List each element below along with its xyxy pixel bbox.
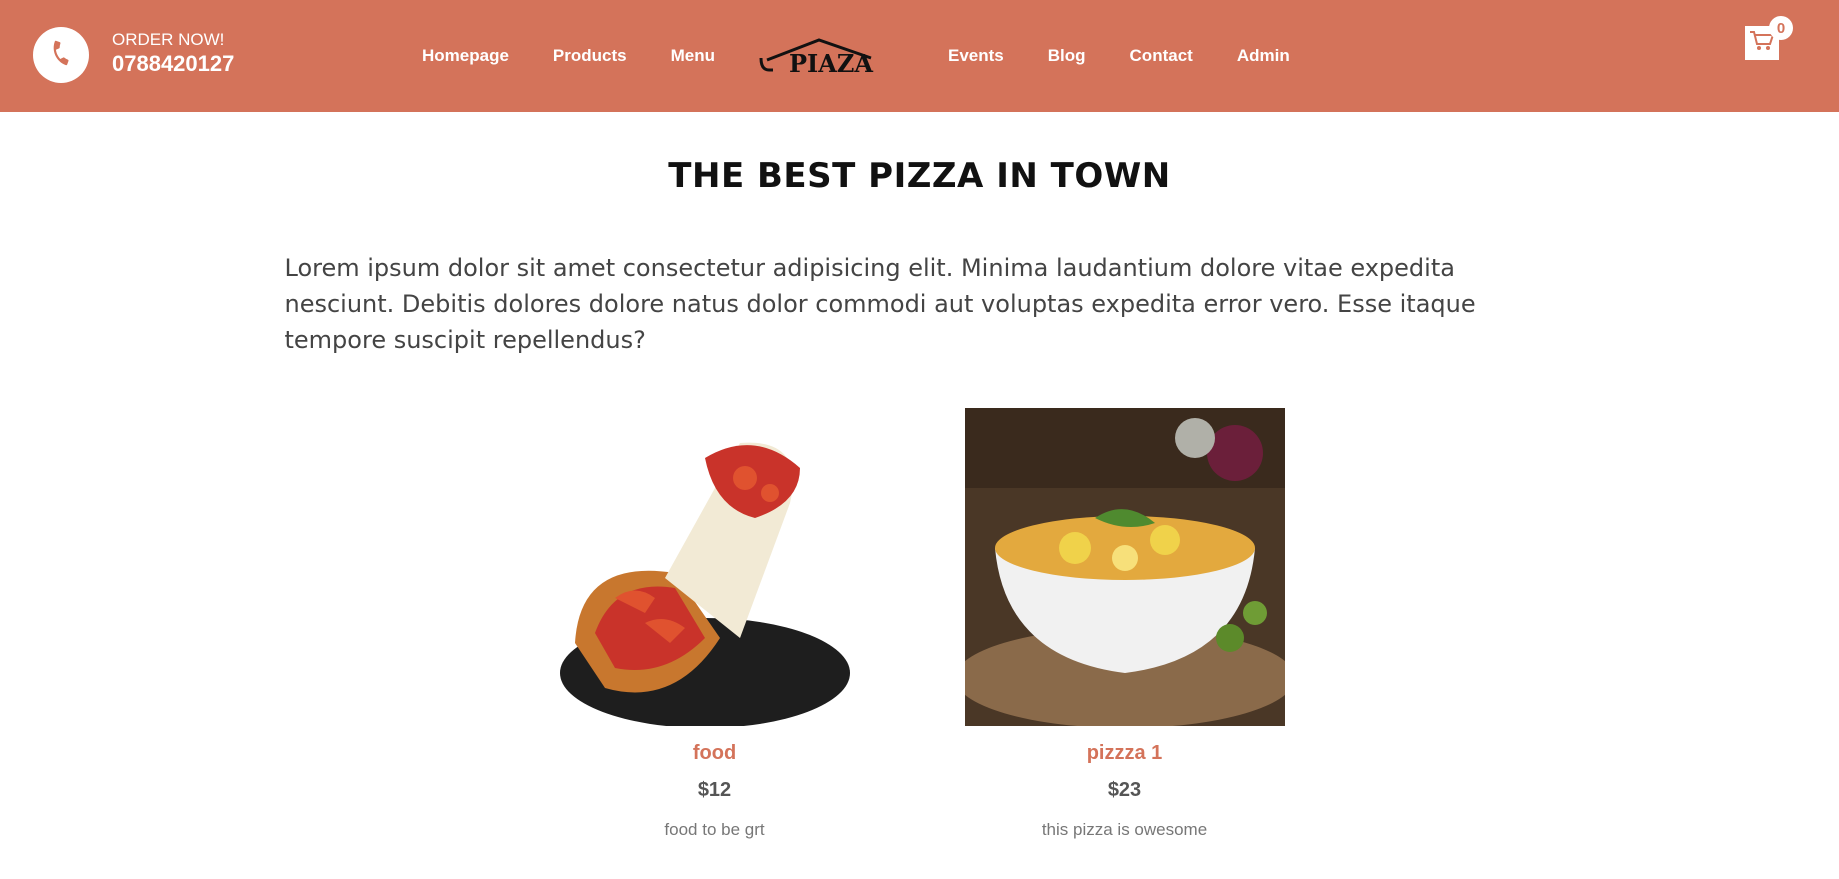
order-label: ORDER NOW! <box>112 30 225 49</box>
page-title: THE BEST PIZZA IN TOWN <box>668 156 1171 196</box>
product-description: food to be grt <box>664 820 765 839</box>
product-image-pizza[interactable] <box>555 408 875 726</box>
logo[interactable]: PIAZA <box>737 36 926 76</box>
nav-item-contact[interactable]: Contact <box>1108 46 1215 66</box>
product-list: food $12 food to be grt pizzza 1 $23 thi… <box>0 408 1839 840</box>
main-nav: Homepage Products Menu PIAZA Events Blog… <box>400 0 1312 112</box>
product-price: $23 <box>1107 779 1142 801</box>
navbar: ORDER NOW! 0788420127 Homepage Products … <box>0 0 1839 112</box>
product-card[interactable]: pizzza 1 $23 this pizza is owesome <box>964 408 1285 840</box>
product-image-noodle-bowl[interactable] <box>964 408 1285 726</box>
cart-button[interactable]: 0 <box>1745 16 1793 60</box>
product-price: $12 <box>697 779 732 801</box>
nav-item-events[interactable]: Events <box>926 46 1026 66</box>
product-name[interactable]: pizzza 1 <box>965 742 1285 765</box>
logo-text: PIAZA <box>789 49 873 76</box>
page-description: Lorem ipsum dolor sit amet consectetur a… <box>284 254 1476 354</box>
nav-item-menu[interactable]: Menu <box>649 46 737 66</box>
cart-count-badge: 0 <box>1769 16 1793 40</box>
product-name[interactable]: food <box>555 742 875 765</box>
product-card[interactable]: food $12 food to be grt <box>555 408 875 840</box>
main-content: THE BEST PIZZA IN TOWN Lorem ipsum dolor… <box>0 112 1839 840</box>
phone-number: 0788420127 <box>112 51 235 76</box>
phone-icon <box>48 40 74 71</box>
nav-item-admin[interactable]: Admin <box>1215 46 1312 66</box>
logo-image: PIAZA <box>759 38 873 76</box>
nav-item-homepage[interactable]: Homepage <box>400 46 531 66</box>
order-info: ORDER NOW! 0788420127 <box>112 30 234 78</box>
product-description: this pizza is owesome <box>1041 820 1208 839</box>
nav-item-blog[interactable]: Blog <box>1026 46 1108 66</box>
phone-button[interactable] <box>33 27 89 83</box>
nav-item-products[interactable]: Products <box>531 46 649 66</box>
